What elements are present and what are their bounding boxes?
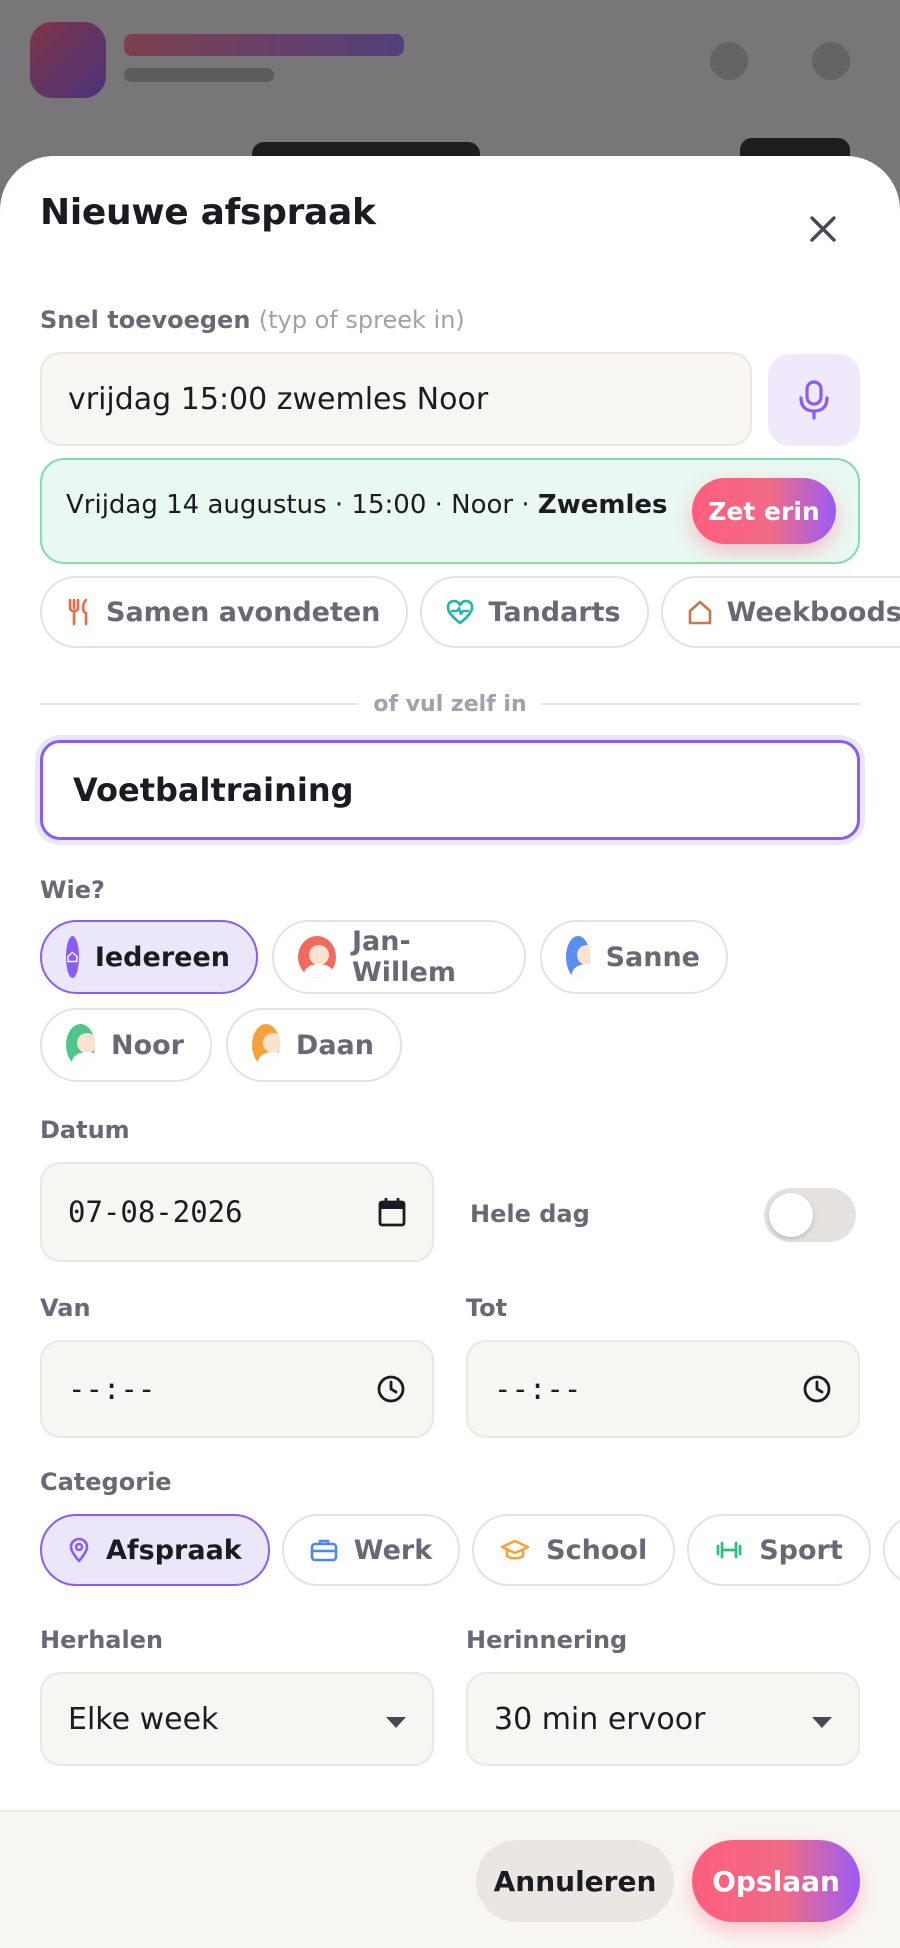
category-chip-appointment[interactable]: Afspraak xyxy=(40,1514,270,1586)
person-chip-sanne[interactable]: Sanne xyxy=(540,920,728,994)
chevron-down-icon xyxy=(812,1716,832,1728)
from-time-input[interactable]: --:-- xyxy=(40,1340,434,1438)
repeat-value: Elke week xyxy=(68,1701,219,1737)
person-chip-everyone[interactable]: Iedereen xyxy=(40,920,258,994)
divider-text: of vul zelf in xyxy=(373,692,527,717)
who-label: Wie? xyxy=(40,876,105,904)
person-name: Jan-Willem xyxy=(351,926,456,988)
new-appointment-sheet: Nieuwe afspraak Snel toevoegen (typ of s… xyxy=(0,156,900,1948)
reminder-label: Herinnering xyxy=(466,1626,628,1654)
apply-suggestion-button[interactable]: Zet erin xyxy=(692,478,836,544)
or-fill-divider: of vul zelf in xyxy=(40,692,860,717)
reminder-select[interactable]: 30 min ervoor xyxy=(466,1672,860,1766)
person-chip-noor[interactable]: Noor xyxy=(40,1008,212,1082)
reminder-value: 30 min ervoor xyxy=(494,1701,706,1737)
home-icon xyxy=(687,599,713,625)
to-time-input[interactable]: --:-- xyxy=(466,1340,860,1438)
graduation-cap-icon xyxy=(500,1538,530,1562)
category-chip-school[interactable]: School xyxy=(472,1514,676,1586)
person-chip-jan-willem[interactable]: Jan-Willem xyxy=(272,920,526,994)
quick-add-value: vrijdag 15:00 zwemles Noor xyxy=(68,381,489,417)
template-chip-groceries[interactable]: Weekboodschappen xyxy=(660,576,900,648)
person-name: Daan xyxy=(295,1029,374,1061)
date-value: 07-08-2026 xyxy=(68,1195,243,1229)
category-label-text: Afspraak xyxy=(106,1534,242,1566)
person-name: Iedereen xyxy=(94,941,230,973)
template-label: Samen avondeten xyxy=(106,596,381,628)
avatar xyxy=(66,1024,95,1066)
template-chip-dinner[interactable]: Samen avondeten xyxy=(40,576,409,648)
suggestion-details: Vrijdag 14 augustus · 15:00 · Noor · xyxy=(66,490,538,520)
quick-add-hint: (typ of spreek in) xyxy=(258,306,465,334)
quick-add-label-text: Snel toevoegen xyxy=(40,306,251,334)
to-label: Tot xyxy=(466,1294,508,1322)
avatar xyxy=(252,1024,280,1066)
heart-pulse-icon xyxy=(446,599,474,625)
toggle-knob xyxy=(769,1193,813,1237)
from-label: Van xyxy=(40,1294,91,1322)
category-chip-more[interactable] xyxy=(882,1514,900,1586)
category-label: Categorie xyxy=(40,1468,172,1496)
clock-icon xyxy=(803,1375,831,1403)
person-name: Sanne xyxy=(605,941,700,973)
to-time-value: --:-- xyxy=(494,1372,582,1406)
template-label: Tandarts xyxy=(488,596,621,628)
template-chip-dentist[interactable]: Tandarts xyxy=(420,576,649,648)
template-chip-row[interactable]: Samen avondeten Tandarts Weekboodschappe… xyxy=(40,576,900,650)
repeat-label: Herhalen xyxy=(40,1626,164,1654)
close-icon xyxy=(810,216,836,242)
category-chip-sport[interactable]: Sport xyxy=(687,1514,871,1586)
chevron-down-icon xyxy=(386,1716,406,1728)
save-button[interactable]: Opslaan xyxy=(692,1840,860,1922)
home-icon xyxy=(66,936,79,978)
briefcase-icon xyxy=(310,1538,338,1562)
from-time-value: --:-- xyxy=(68,1372,156,1406)
person-chip-daan[interactable]: Daan xyxy=(226,1008,402,1082)
date-label: Datum xyxy=(40,1116,130,1144)
date-input[interactable]: 07-08-2026 xyxy=(40,1162,434,1262)
all-day-label: Hele dag xyxy=(470,1200,590,1228)
event-title-value: Voetbaltraining xyxy=(73,771,354,809)
quick-add-label: Snel toevoegen (typ of spreek in) xyxy=(40,306,465,334)
category-label-text: Sport xyxy=(759,1534,843,1566)
location-pin-icon xyxy=(68,1537,90,1563)
dialog-title: Nieuwe afspraak xyxy=(40,192,376,233)
avatar xyxy=(298,936,336,978)
suggestion-title: Zwemles xyxy=(537,490,668,520)
all-day-toggle[interactable] xyxy=(764,1188,856,1242)
category-chip-row[interactable]: Afspraak Werk School Sport xyxy=(40,1514,900,1588)
parsed-suggestion-card: Vrijdag 14 augustus · 15:00 · Noor · Zwe… xyxy=(40,458,860,564)
fork-knife-icon xyxy=(66,598,92,626)
repeat-select[interactable]: Elke week xyxy=(40,1672,434,1766)
event-title-input[interactable]: Voetbaltraining xyxy=(40,740,860,840)
voice-input-button[interactable] xyxy=(768,354,860,446)
category-label-text: Werk xyxy=(353,1534,433,1566)
close-button[interactable] xyxy=(796,202,850,256)
category-chip-work[interactable]: Werk xyxy=(281,1514,461,1586)
category-label-text: School xyxy=(546,1534,648,1566)
microphone-icon xyxy=(799,380,829,420)
cancel-button[interactable]: Annuleren xyxy=(476,1840,674,1922)
avatar xyxy=(566,936,590,978)
person-name: Noor xyxy=(110,1029,184,1061)
clock-icon xyxy=(377,1375,405,1403)
quick-add-input[interactable]: vrijdag 15:00 zwemles Noor xyxy=(40,352,752,446)
calendar-icon xyxy=(378,1198,406,1227)
suggestion-text: Vrijdag 14 augustus · 15:00 · Noor · Zwe… xyxy=(66,490,668,520)
dumbbell-icon xyxy=(715,1540,743,1560)
template-label: Weekboodschappen xyxy=(726,596,900,628)
dialog-footer: Annuleren Opslaan xyxy=(0,1810,900,1948)
